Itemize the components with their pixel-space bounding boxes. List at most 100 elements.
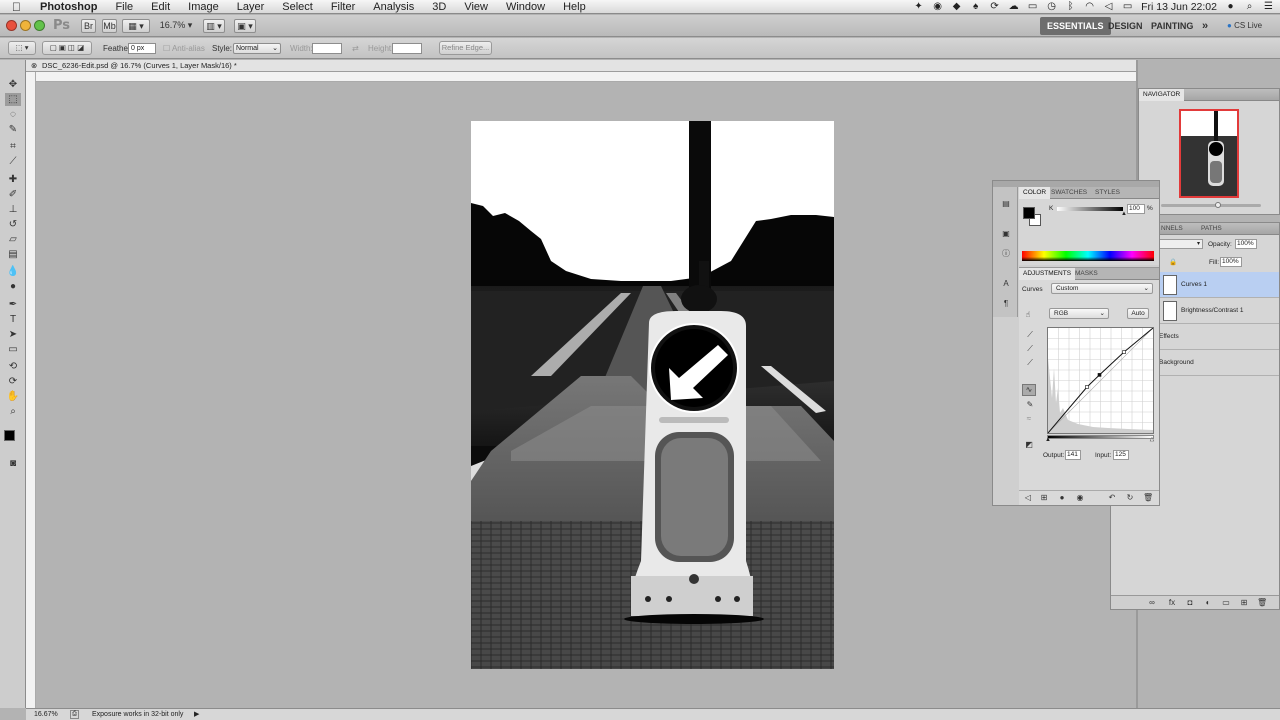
eyedropper-tool-icon[interactable]: ⟋ bbox=[5, 155, 21, 168]
bluetooth-icon[interactable]: ᛒ bbox=[1065, 2, 1076, 12]
expanded-view-icon[interactable]: ⊞ bbox=[1039, 493, 1049, 503]
refine-edge-button[interactable]: Refine Edge... bbox=[439, 41, 492, 55]
history-brush-tool-icon[interactable]: ↺ bbox=[5, 218, 21, 231]
close-window-button[interactable] bbox=[6, 20, 17, 31]
dropbox-icon[interactable]: ◆ bbox=[951, 2, 962, 12]
layer-name[interactable]: Curves 1 bbox=[1181, 272, 1207, 298]
status-export-icon[interactable]: ⎙ bbox=[70, 710, 79, 719]
volume-icon[interactable]: ◁ bbox=[1103, 2, 1114, 12]
layer-mask-thumbnail[interactable] bbox=[1163, 301, 1177, 321]
opacity-input[interactable]: 100% bbox=[1235, 239, 1257, 249]
arrange-documents-button[interactable]: ▥ ▾ bbox=[203, 19, 225, 33]
foreground-color-swatch[interactable] bbox=[1023, 207, 1035, 219]
shape-tool-icon[interactable]: ▭ bbox=[5, 343, 21, 356]
foreground-color-swatch[interactable] bbox=[4, 430, 15, 441]
zoom-window-button[interactable] bbox=[34, 20, 45, 31]
dodge-tool-icon[interactable]: ● bbox=[5, 280, 21, 293]
list-icon[interactable]: ☰ bbox=[1263, 2, 1274, 12]
new-adjustment-icon[interactable]: ◐ bbox=[1203, 598, 1213, 608]
curve-control-point[interactable] bbox=[1085, 385, 1089, 389]
history-icon[interactable]: ▤ bbox=[1001, 199, 1011, 209]
tab-color[interactable]: COLOR bbox=[1019, 187, 1051, 199]
more-workspaces-button[interactable]: » bbox=[1195, 17, 1215, 35]
record-icon[interactable]: ◉ bbox=[932, 2, 943, 12]
draw-curve-icon[interactable]: ✎ bbox=[1025, 400, 1035, 410]
quick-select-tool-icon[interactable]: ✎ bbox=[5, 123, 21, 136]
twitter-icon[interactable]: ✦ bbox=[913, 2, 924, 12]
marquee-tool-icon[interactable]: ⬚ bbox=[5, 93, 21, 106]
style-dropdown[interactable]: Normal ⌄ bbox=[233, 43, 281, 54]
delete-layer-icon[interactable]: 🗑 bbox=[1257, 598, 1267, 608]
tab-swatches[interactable]: SWATCHES bbox=[1047, 187, 1091, 199]
status-menu-arrow-icon[interactable]: ▶ bbox=[194, 709, 199, 720]
blur-tool-icon[interactable]: 💧 bbox=[5, 265, 21, 278]
workspace-design[interactable]: DESIGN bbox=[1101, 17, 1150, 35]
menu-layer[interactable]: Layer bbox=[228, 0, 274, 14]
brush-tool-icon[interactable]: ✐ bbox=[5, 188, 21, 201]
add-mask-icon[interactable]: ◘ bbox=[1185, 598, 1195, 608]
move-tool-icon[interactable]: ✥ bbox=[5, 78, 21, 91]
selection-mode-buttons[interactable]: ▢ ▣ ◫ ◪ bbox=[42, 41, 92, 55]
menu-view[interactable]: View bbox=[455, 0, 497, 14]
navigator-zoom-slider[interactable] bbox=[1161, 204, 1261, 207]
height-input[interactable] bbox=[392, 43, 422, 54]
tab-masks[interactable]: MASKS bbox=[1071, 268, 1102, 280]
display-icon[interactable]: ▭ bbox=[1027, 2, 1038, 12]
document-image[interactable] bbox=[471, 121, 834, 669]
path-selection-tool-icon[interactable]: ➤ bbox=[5, 328, 21, 341]
info-icon[interactable]: ⓘ bbox=[1001, 249, 1011, 259]
lasso-tool-icon[interactable]: ◌ bbox=[5, 108, 21, 121]
menu-edit[interactable]: Edit bbox=[142, 0, 179, 14]
gradient-tool-icon[interactable]: ▤ bbox=[5, 248, 21, 261]
hand-tool-icon[interactable]: ✋ bbox=[5, 390, 21, 403]
feather-input[interactable]: 0 px bbox=[128, 43, 156, 54]
visibility-eye-icon[interactable]: ◉ bbox=[1075, 493, 1085, 503]
close-document-icon[interactable]: ⊗ bbox=[31, 60, 37, 72]
swap-icon[interactable]: ⇄ bbox=[352, 44, 359, 53]
menu-image[interactable]: Image bbox=[179, 0, 228, 14]
menu-app-name[interactable]: Photoshop bbox=[31, 0, 106, 14]
tab-paths[interactable]: PATHS bbox=[1197, 223, 1226, 235]
layer-name[interactable]: Background bbox=[1159, 350, 1194, 376]
output-input[interactable]: 141 bbox=[1065, 450, 1081, 460]
evernote-icon[interactable]: ♠ bbox=[970, 2, 981, 12]
quick-mask-icon[interactable]: ◙ bbox=[5, 457, 21, 470]
k-value-input[interactable]: 100 bbox=[1127, 204, 1145, 214]
tab-navigator[interactable]: NAVIGATOR bbox=[1139, 89, 1185, 101]
spotlight-icon[interactable]: ⌕ bbox=[1244, 2, 1255, 12]
horizontal-ruler[interactable] bbox=[36, 72, 1136, 82]
k-slider[interactable] bbox=[1057, 207, 1123, 211]
healing-brush-tool-icon[interactable]: ✚ bbox=[5, 173, 21, 186]
extras-dropdown[interactable]: ▦ ▾ bbox=[122, 19, 150, 33]
navigator-thumbnail[interactable] bbox=[1179, 109, 1239, 198]
white-point-slider[interactable]: ▲ bbox=[1149, 437, 1155, 444]
curve-control-point[interactable] bbox=[1122, 350, 1126, 354]
curve-control-point[interactable] bbox=[1097, 373, 1102, 377]
zoom-level-dropdown[interactable]: 16.7% ▾ bbox=[158, 19, 194, 33]
image-icon[interactable]: ▣ bbox=[1001, 229, 1011, 239]
curves-preset-dropdown[interactable]: Custom ⌄ bbox=[1051, 283, 1153, 294]
link-layers-icon[interactable]: ∞ bbox=[1147, 598, 1157, 608]
status-zoom[interactable]: 16.67% bbox=[34, 709, 58, 720]
vertical-ruler[interactable] bbox=[26, 72, 36, 708]
sync-icon[interactable]: ⟳ bbox=[989, 2, 1000, 12]
layer-name[interactable]: Brightness/Contrast 1 bbox=[1181, 298, 1244, 324]
apple-icon[interactable]:  bbox=[0, 0, 31, 14]
reset-icon[interactable]: ↻ bbox=[1125, 493, 1135, 503]
menu-3d[interactable]: 3D bbox=[423, 0, 455, 14]
layer-mask-thumbnail[interactable] bbox=[1163, 275, 1177, 295]
cs-live-button[interactable]: ● CS Live bbox=[1220, 17, 1269, 35]
fill-input[interactable]: 100% bbox=[1220, 257, 1242, 267]
timemachine-icon[interactable]: ◷ bbox=[1046, 2, 1057, 12]
eraser-tool-icon[interactable]: ▱ bbox=[5, 233, 21, 246]
mini-bridge-button[interactable]: Mb bbox=[102, 19, 117, 33]
new-group-icon[interactable]: ▭ bbox=[1221, 598, 1231, 608]
navigator-zoom-handle[interactable] bbox=[1215, 202, 1221, 208]
wifi-icon[interactable]: ◠ bbox=[1084, 2, 1095, 12]
curves-channel-dropdown[interactable]: RGB ⌄ bbox=[1049, 308, 1109, 319]
gray-point-eyedropper-icon[interactable]: ⟋ bbox=[1025, 344, 1035, 354]
screen-mode-button[interactable]: ▣ ▾ bbox=[234, 19, 256, 33]
tool-preset-picker[interactable]: ⬚ ▾ bbox=[8, 41, 36, 55]
tab-adjustments[interactable]: ADJUSTMENTS bbox=[1019, 268, 1076, 280]
layer-style-icon[interactable]: fx bbox=[1167, 598, 1177, 608]
